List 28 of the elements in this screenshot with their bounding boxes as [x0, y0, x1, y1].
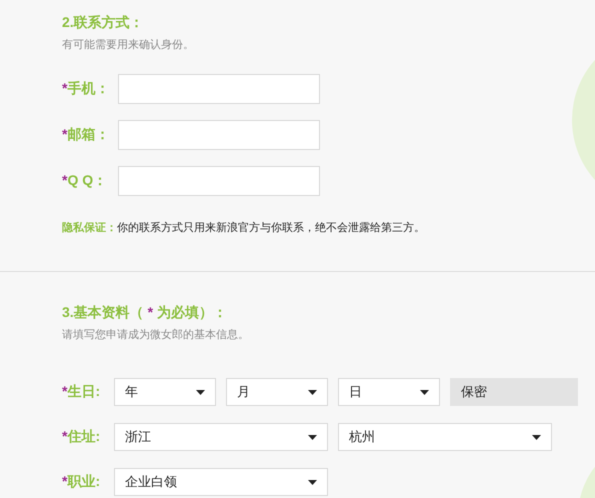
caret-icon — [308, 480, 317, 484]
caret-icon — [420, 390, 429, 394]
note-text: 你的联系方式只用来新浪官方与你联系，绝不会泄露给第三方。 — [117, 220, 425, 235]
caret-icon — [532, 434, 541, 440]
section-subtitle: 请填写您申请成为微女郎的基本信息。 — [62, 328, 250, 342]
dropdown[interactable]: 杭州 — [338, 423, 552, 451]
dropdown[interactable]: 年 — [114, 378, 216, 406]
field-label: *生日: — [62, 383, 102, 401]
field-label: *住址: — [62, 428, 102, 446]
caret-icon — [308, 390, 317, 394]
note-label: 隐私保证： — [62, 220, 117, 235]
field-label: *邮箱： — [62, 126, 110, 144]
field-label: *Q Q： — [62, 172, 108, 190]
dropdown[interactable]: 浙江 — [114, 423, 328, 451]
section-title: 3.基本资料（ * 为必填）： — [62, 304, 228, 322]
field-label: *职业: — [62, 473, 102, 491]
caret-icon — [196, 390, 205, 394]
input-field[interactable] — [118, 120, 320, 150]
caret-icon — [308, 434, 317, 440]
dropdown[interactable]: 月 — [226, 378, 328, 406]
input-field[interactable] — [118, 74, 320, 104]
field-label: *手机： — [62, 80, 110, 98]
input-field[interactable] — [118, 166, 320, 196]
secret-option[interactable]: 保密 — [450, 378, 578, 406]
section-subtitle: 有可能需要用来确认身份。 — [62, 38, 195, 52]
section-title: 2.联系方式： — [62, 14, 145, 32]
dropdown[interactable]: 日 — [338, 378, 440, 406]
dropdown[interactable]: 企业白领 — [114, 468, 328, 496]
